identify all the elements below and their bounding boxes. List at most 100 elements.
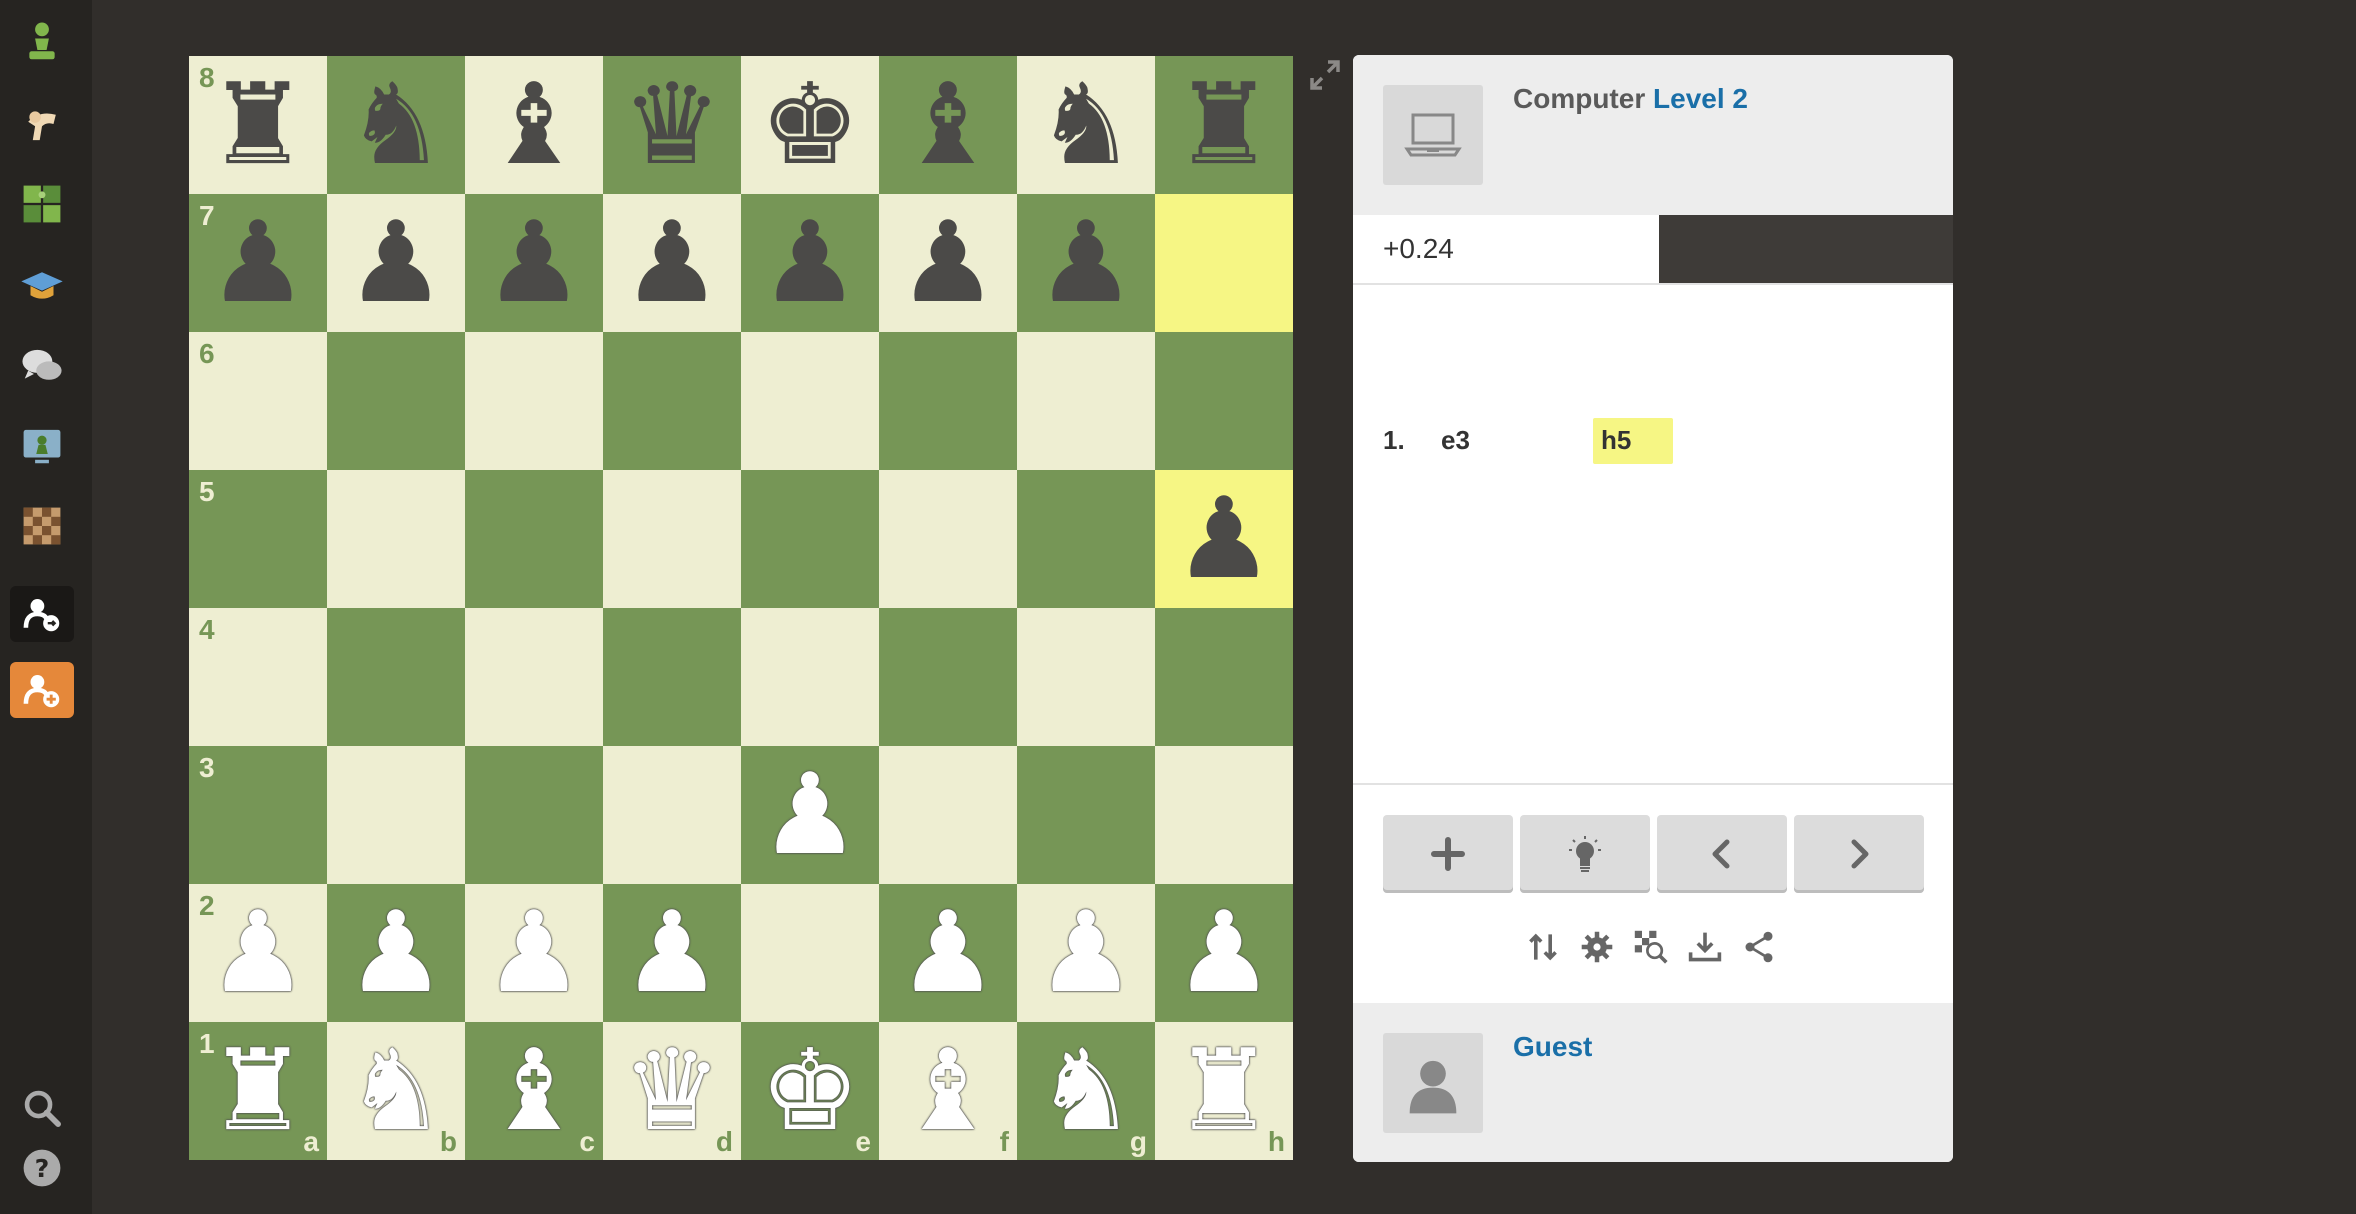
square-g6[interactable] <box>1017 332 1155 470</box>
square-a1[interactable]: 1 a ♜ <box>189 1022 327 1160</box>
black-pawn-icon[interactable]: ♟ <box>465 194 603 332</box>
square-h2[interactable]: ♟ <box>1155 884 1293 1022</box>
square-a2[interactable]: 2 ♟ <box>189 884 327 1022</box>
square-b3[interactable] <box>327 746 465 884</box>
black-knight-icon[interactable]: ♞ <box>1017 56 1155 194</box>
square-a3[interactable]: 3 <box>189 746 327 884</box>
download-icon[interactable] <box>1685 927 1725 967</box>
black-pawn-icon[interactable]: ♟ <box>741 194 879 332</box>
white-queen-icon[interactable]: ♛ <box>603 1022 741 1160</box>
white-rook-icon[interactable]: ♜ <box>189 1022 327 1160</box>
black-pawn-icon[interactable]: ♟ <box>327 194 465 332</box>
white-king-icon[interactable]: ♚ <box>741 1022 879 1160</box>
watch-screen-icon[interactable] <box>10 418 74 474</box>
square-e2[interactable] <box>741 884 879 1022</box>
square-e4[interactable] <box>741 608 879 746</box>
white-pawn-icon[interactable]: ♟ <box>1017 884 1155 1022</box>
square-e3[interactable]: ♟ <box>741 746 879 884</box>
square-d7[interactable]: ♟ <box>603 194 741 332</box>
hint-button[interactable] <box>1520 815 1650 893</box>
square-f6[interactable] <box>879 332 1017 470</box>
square-d4[interactable] <box>603 608 741 746</box>
square-c7[interactable]: ♟ <box>465 194 603 332</box>
previous-move-button[interactable] <box>1657 815 1787 893</box>
black-rook-icon[interactable]: ♜ <box>189 56 327 194</box>
flip-board-icon[interactable] <box>1523 927 1563 967</box>
next-move-button[interactable] <box>1794 815 1924 893</box>
square-d1[interactable]: d ♛ <box>603 1022 741 1160</box>
square-g4[interactable] <box>1017 608 1155 746</box>
square-g7[interactable]: ♟ <box>1017 194 1155 332</box>
black-rook-icon[interactable]: ♜ <box>1155 56 1293 194</box>
white-pawn-icon[interactable]: ♟ <box>741 746 879 884</box>
guest-name-link[interactable]: Guest <box>1513 1031 1592 1062</box>
square-f2[interactable]: ♟ <box>879 884 1017 1022</box>
black-bishop-icon[interactable]: ♝ <box>465 56 603 194</box>
expand-board-icon[interactable] <box>1308 58 1342 92</box>
opponent-level-link[interactable]: Level 2 <box>1653 83 1748 114</box>
square-a4[interactable]: 4 <box>189 608 327 746</box>
square-h6[interactable] <box>1155 332 1293 470</box>
square-g2[interactable]: ♟ <box>1017 884 1155 1022</box>
white-knight-icon[interactable]: ♞ <box>327 1022 465 1160</box>
square-g5[interactable] <box>1017 470 1155 608</box>
square-h5[interactable]: ♟ <box>1155 470 1293 608</box>
square-b1[interactable]: b ♞ <box>327 1022 465 1160</box>
white-pawn-icon[interactable]: ♟ <box>1155 884 1293 1022</box>
square-h8[interactable]: ♜ <box>1155 56 1293 194</box>
gear-icon[interactable] <box>1577 927 1617 967</box>
square-c4[interactable] <box>465 608 603 746</box>
square-b6[interactable] <box>327 332 465 470</box>
square-e1[interactable]: e ♚ <box>741 1022 879 1160</box>
black-pawn-icon[interactable]: ♟ <box>879 194 1017 332</box>
white-pawn-icon[interactable]: ♟ <box>603 884 741 1022</box>
white-knight-icon[interactable]: ♞ <box>1017 1022 1155 1160</box>
black-pawn-icon[interactable]: ♟ <box>1017 194 1155 332</box>
square-e5[interactable] <box>741 470 879 608</box>
white-rook-icon[interactable]: ♜ <box>1155 1022 1293 1160</box>
square-a5[interactable]: 5 <box>189 470 327 608</box>
puzzle-icon[interactable] <box>10 176 74 232</box>
square-b7[interactable]: ♟ <box>327 194 465 332</box>
black-pawn-icon[interactable]: ♟ <box>603 194 741 332</box>
share-icon[interactable] <box>1739 927 1779 967</box>
white-pawn-icon[interactable]: ♟ <box>327 884 465 1022</box>
square-e6[interactable] <box>741 332 879 470</box>
square-f1[interactable]: f ♝ <box>879 1022 1017 1160</box>
square-d5[interactable] <box>603 470 741 608</box>
search-icon[interactable] <box>10 1080 74 1136</box>
square-f5[interactable] <box>879 470 1017 608</box>
square-e7[interactable]: ♟ <box>741 194 879 332</box>
square-g1[interactable]: g ♞ <box>1017 1022 1155 1160</box>
square-d2[interactable]: ♟ <box>603 884 741 1022</box>
square-c3[interactable] <box>465 746 603 884</box>
square-b5[interactable] <box>327 470 465 608</box>
square-b2[interactable]: ♟ <box>327 884 465 1022</box>
square-g8[interactable]: ♞ <box>1017 56 1155 194</box>
square-h7[interactable] <box>1155 194 1293 332</box>
square-c6[interactable] <box>465 332 603 470</box>
black-queen-icon[interactable]: ♛ <box>603 56 741 194</box>
square-d8[interactable]: ♛ <box>603 56 741 194</box>
square-d3[interactable] <box>603 746 741 884</box>
login-icon[interactable] <box>10 586 74 642</box>
square-h4[interactable] <box>1155 608 1293 746</box>
square-h1[interactable]: h ♜ <box>1155 1022 1293 1160</box>
white-bishop-icon[interactable]: ♝ <box>879 1022 1017 1160</box>
square-f7[interactable]: ♟ <box>879 194 1017 332</box>
chat-icon[interactable] <box>10 338 74 394</box>
chess-board[interactable]: 8 ♜ ♞ ♝ ♛ ♚ ♝ ♞ ♜ 7 ♟ ♟ ♟ ♟ ♟ ♟ ♟ 6 5 ♟ 4 3 ♟ 2 ♟ ♟ ♟ ♟ ♟ ♟ ♟ 1 a ♜ b ♞ c ♝ d ♛… <box>189 56 1293 1160</box>
square-g3[interactable] <box>1017 746 1155 884</box>
white-pawn-icon[interactable]: ♟ <box>879 884 1017 1022</box>
move-black[interactable]: h5 <box>1593 418 1673 464</box>
play-hand-icon[interactable] <box>10 96 74 152</box>
new-game-button[interactable] <box>1383 815 1513 893</box>
square-b4[interactable] <box>327 608 465 746</box>
square-e8[interactable]: ♚ <box>741 56 879 194</box>
square-a6[interactable]: 6 <box>189 332 327 470</box>
square-c1[interactable]: c ♝ <box>465 1022 603 1160</box>
black-king-icon[interactable]: ♚ <box>741 56 879 194</box>
square-a7[interactable]: 7 ♟ <box>189 194 327 332</box>
pawn-logo-icon[interactable] <box>10 14 74 70</box>
signup-icon[interactable] <box>10 662 74 718</box>
